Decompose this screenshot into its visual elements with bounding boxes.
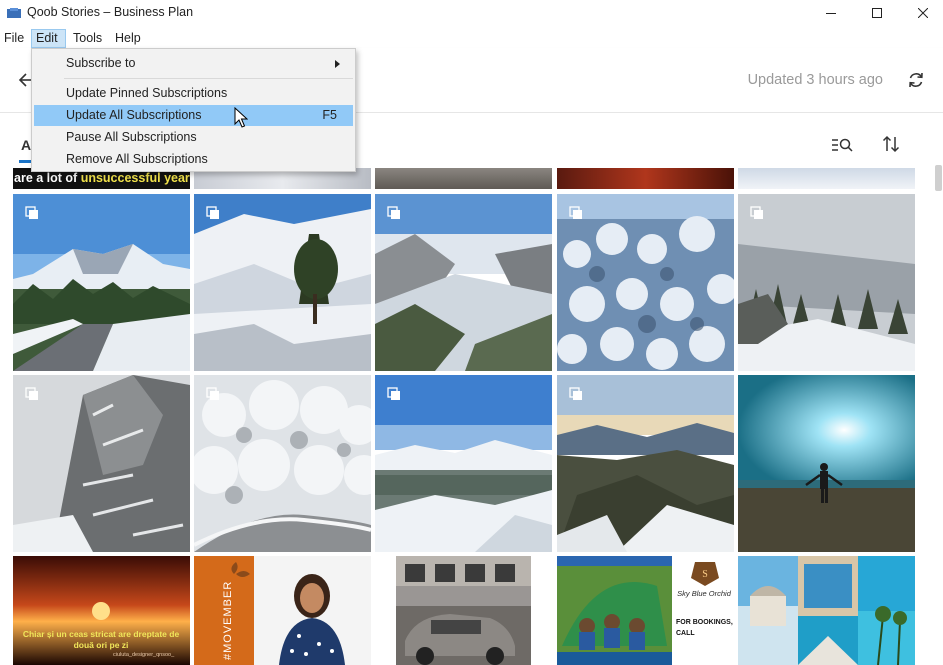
multi-story-icon [569, 206, 582, 219]
story-thumbnail[interactable] [738, 556, 915, 665]
menu-item-label: Remove All Subscriptions [66, 152, 208, 166]
submenu-arrow-icon [335, 60, 340, 68]
multi-story-icon [569, 387, 582, 400]
story-thumbnail[interactable] [557, 375, 734, 552]
multi-story-icon [25, 206, 38, 219]
story-thumbnail[interactable] [738, 194, 915, 371]
thumbnail-caption: CALL [676, 630, 695, 637]
menu-subscribe-to[interactable]: Subscribe to [34, 53, 353, 74]
edit-menu-dropdown: Subscribe to Update Pinned Subscriptions… [31, 48, 356, 172]
story-thumbnail[interactable]: #MOVEMBER [194, 556, 371, 665]
thumbnail-caption: Sky Blue Orchid [677, 589, 731, 598]
menu-remove-all-subscriptions[interactable]: Remove All Subscriptions [34, 149, 353, 170]
menu-update-pinned-subscriptions[interactable]: Update Pinned Subscriptions [34, 83, 353, 104]
svg-text:S: S [702, 569, 708, 580]
menu-item-label: Update All Subscriptions [66, 108, 202, 122]
multi-story-icon [387, 387, 400, 400]
story-thumbnail[interactable] [375, 375, 552, 552]
story-thumbnail[interactable] [738, 375, 915, 552]
story-thumbnail[interactable] [557, 168, 734, 189]
menu-separator [64, 78, 353, 79]
story-thumbnail[interactable] [13, 375, 190, 552]
mouse-cursor-icon [234, 107, 248, 128]
menu-update-all-subscriptions[interactable]: Update All Subscriptions F5 [34, 105, 353, 126]
menu-pause-all-subscriptions[interactable]: Pause All Subscriptions [34, 127, 353, 148]
story-thumbnail[interactable] [375, 168, 552, 189]
menu-item-label: Update Pinned Subscriptions [66, 86, 228, 100]
multi-story-icon [750, 206, 763, 219]
menu-item-shortcut: F5 [322, 108, 337, 122]
story-thumbnail[interactable] [375, 556, 552, 665]
story-thumbnail[interactable]: S Sky Blue Orchid FOR BOOKINGS, CALL [557, 556, 734, 665]
thumbnail-caption: FOR BOOKINGS, [676, 619, 733, 626]
multi-story-icon [206, 387, 219, 400]
story-thumbnail[interactable] [13, 194, 190, 371]
thumbnail-caption: are a lot of [14, 171, 78, 185]
story-thumbnail[interactable] [738, 168, 915, 189]
menu-item-label: Subscribe to [66, 56, 136, 70]
thumbnail-caption: Chiar și un ceas stricat are dreptate de… [22, 629, 180, 650]
thumbnail-caption: #MOVEMBER [222, 580, 234, 660]
story-thumbnail[interactable] [557, 194, 734, 371]
multi-story-icon [206, 206, 219, 219]
story-thumbnail[interactable]: Chiar și un ceas stricat are dreptate de… [13, 556, 190, 665]
story-thumbnail[interactable] [194, 194, 371, 371]
story-thumbnail[interactable] [375, 194, 552, 371]
thumbnail-caption-highlight: unsuccessful years. [80, 171, 190, 185]
menu-item-label: Pause All Subscriptions [66, 130, 197, 144]
thumbnail-credit: ciuluta_designer_qnsoo_ [113, 652, 175, 658]
multi-story-icon [387, 206, 400, 219]
multi-story-icon [25, 387, 38, 400]
story-thumbnail[interactable] [194, 375, 371, 552]
